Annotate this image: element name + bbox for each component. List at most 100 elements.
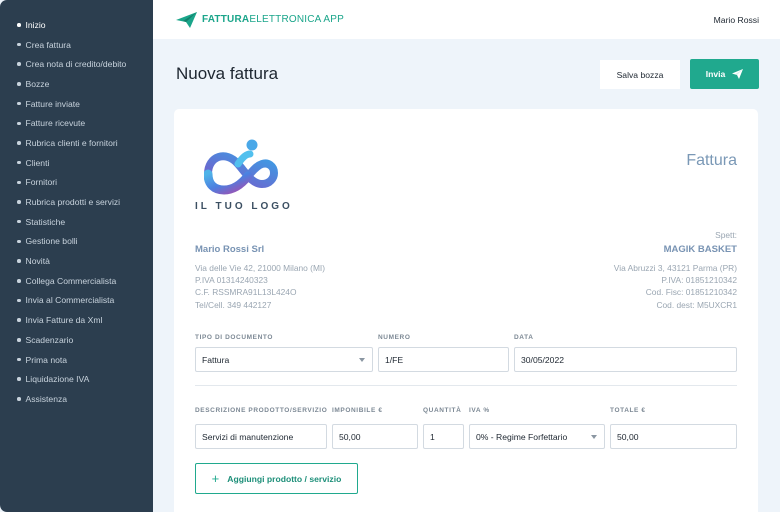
vat-label: IVA % <box>469 407 490 414</box>
section-divider <box>195 385 737 386</box>
number-label: NUMERO <box>378 334 411 341</box>
description-field[interactable]: Servizi di manutenzione <box>195 424 327 449</box>
vat-value: 0% - Regime Forfettario <box>476 431 568 442</box>
sidebar-item-label: Prima nota <box>25 354 68 365</box>
seller-name: Mario Rossi Srl <box>195 244 265 255</box>
sidebar-item-crea-fattura[interactable]: Crea fattura <box>0 35 153 55</box>
sidebar-item-liquidazione-iva[interactable]: Liquidazione IVA <box>0 369 153 389</box>
bullet-icon <box>17 219 21 224</box>
bullet-icon <box>17 180 21 185</box>
sidebar-item-label: Clienti <box>25 157 50 168</box>
sidebar-item-label: Fatture ricevute <box>25 118 86 129</box>
sidebar-item-scadenzario[interactable]: Scadenzario <box>0 330 153 350</box>
sidebar-item-bozze[interactable]: Bozze <box>0 74 153 94</box>
bullet-icon <box>17 318 21 322</box>
brand-name-bold: FATTURA <box>202 14 250 25</box>
total-label: TOTALE € <box>610 407 646 414</box>
quantity-field[interactable]: 1 <box>423 424 464 449</box>
sidebar-item-inizio[interactable]: Inizio <box>0 15 153 35</box>
buyer-prefix: Spett: <box>715 230 737 240</box>
bullet-icon <box>17 82 21 86</box>
sidebar-item-crea-nota-di-credito-debito[interactable]: Crea nota di credito/debito <box>0 54 153 74</box>
sidebar-item-fatture-inviate[interactable]: Fatture inviate <box>0 94 153 114</box>
chevron-down-icon <box>591 435 597 439</box>
buyer-vat: P.IVA: 01851210342 <box>661 275 737 286</box>
sidebar-item-label: Collega Commercialista <box>25 275 117 286</box>
plus-icon: + <box>211 471 220 486</box>
sidebar-item-label: Scadenzario <box>25 334 74 345</box>
sidebar-item-label: Invia Fatture da Xml <box>25 315 103 326</box>
date-label: DATA <box>514 334 534 341</box>
brand-name-light: ELETTRONICA APP <box>249 14 345 25</box>
bullet-icon <box>17 141 21 145</box>
send-icon <box>732 69 744 79</box>
sidebar-item-label: Rubrica clienti e fornitori <box>25 137 118 148</box>
sidebar-item-label: Bozze <box>25 78 50 89</box>
bullet-icon <box>17 239 21 244</box>
sidebar-item-invia-al-commercialista[interactable]: Invia al Commercialista <box>0 291 153 311</box>
sidebar-item-gestione-bolli[interactable]: Gestione bolli <box>0 232 153 252</box>
bullet-icon <box>17 200 21 204</box>
sidebar-item-prima-nota[interactable]: Prima nota <box>0 350 153 370</box>
sidebar-item-clienti[interactable]: Clienti <box>0 153 153 173</box>
paper-plane-logo-icon <box>176 11 197 28</box>
sidebar-item-label: Liquidazione IVA <box>25 374 90 385</box>
sidebar-item-label: Assistenza <box>25 393 68 404</box>
sidebar-item-rubrica-clienti-e-fornitori[interactable]: Rubrica clienti e fornitori <box>0 133 153 153</box>
bullet-icon <box>17 279 21 283</box>
save-draft-button[interactable]: Salva bozza <box>600 60 680 89</box>
sidebar-item-label: Gestione bolli <box>25 236 78 247</box>
sidebar-item-collega-commercialista[interactable]: Collega Commercialista <box>0 271 153 291</box>
sidebar-item-rubrica-prodotti-e-servizi[interactable]: Rubrica prodotti e servizi <box>0 192 153 212</box>
total-field[interactable]: 50,00 <box>610 424 737 449</box>
seller-info: Mario Rossi Srl Via delle Vie 42, 21000 … <box>195 244 325 311</box>
sidebar-item-label: Rubrica prodotti e servizi <box>25 197 121 208</box>
send-button-label: Invia <box>705 69 726 79</box>
number-field[interactable]: 1/FE <box>378 347 509 372</box>
document-heading: Fattura <box>686 152 737 169</box>
bullet-icon <box>17 357 21 362</box>
bullet-icon <box>17 259 21 263</box>
seller-address: Via delle Vie 42, 21000 Milano (MI) <box>195 263 326 273</box>
sidebar-item-label: Crea nota di credito/debito <box>25 59 127 70</box>
sidebar-item-invia-fatture-da-xml[interactable]: Invia Fatture da Xml <box>0 310 153 330</box>
sidebar-item-fatture-ricevute[interactable]: Fatture ricevute <box>0 113 153 133</box>
quantity-label: QUANTITÀ <box>423 407 462 414</box>
sidebar-item-statistiche[interactable]: Statistiche <box>0 212 153 232</box>
doc-type-label: TIPO DI DOCUMENTO <box>195 334 273 341</box>
app-logo[interactable]: FATTURA ELETTRONICA APP <box>176 11 345 28</box>
description-label: DESCRIZIONE PRODOTTO/SERVIZIO <box>195 407 328 414</box>
sidebar-item-label: Fornitori <box>25 177 58 188</box>
buyer-name: MAGIK BASKET <box>663 244 737 255</box>
add-product-button[interactable]: + Aggiungi prodotto / servizio <box>195 463 358 494</box>
chevron-down-icon <box>359 358 365 362</box>
bullet-icon <box>17 23 21 27</box>
bullet-icon <box>17 377 21 381</box>
infinity-logo-icon <box>203 139 279 195</box>
top-bar: FATTURA ELETTRONICA APP Mario Rossi <box>153 0 780 39</box>
sidebar-menu: Inizio Crea fattura Crea nota di credito/d… <box>0 15 153 409</box>
logo-text: IL TUO LOGO <box>195 201 293 212</box>
taxable-field[interactable]: 50,00 <box>332 424 418 449</box>
sidebar-item-assistenza[interactable]: Assistenza <box>0 389 153 409</box>
vat-select[interactable]: 0% - Regime Forfettario <box>469 424 605 449</box>
buyer-tax-code: Cod. Fisc: 01851210342 <box>645 287 737 298</box>
doc-type-select[interactable]: Fattura <box>195 347 373 372</box>
bullet-icon <box>17 101 21 106</box>
bullet-icon <box>17 160 21 165</box>
seller-phone: Tel/Cell. 349 442127 <box>195 299 272 310</box>
sidebar-item-label: Novità <box>25 256 50 267</box>
company-logo[interactable] <box>203 138 282 201</box>
seller-vat: P.IVA 01314240323 <box>195 275 268 286</box>
bullet-icon <box>17 62 21 66</box>
sidebar-item-fornitori[interactable]: Fornitori <box>0 173 153 193</box>
date-field[interactable]: 30/05/2022 <box>514 347 737 372</box>
doc-type-value: Fattura <box>202 354 230 365</box>
bullet-icon <box>17 42 21 47</box>
sidebar-item-novita[interactable]: Novità <box>0 251 153 271</box>
sidebar-item-label: Crea fattura <box>25 39 71 50</box>
buyer-info[interactable]: Spett: MAGIK BASKET Via Abruzzi 3, 43121… <box>614 230 737 311</box>
send-button[interactable]: Invia <box>690 59 759 89</box>
user-menu[interactable]: Mario Rossi <box>714 15 759 25</box>
bullet-icon <box>17 338 21 342</box>
